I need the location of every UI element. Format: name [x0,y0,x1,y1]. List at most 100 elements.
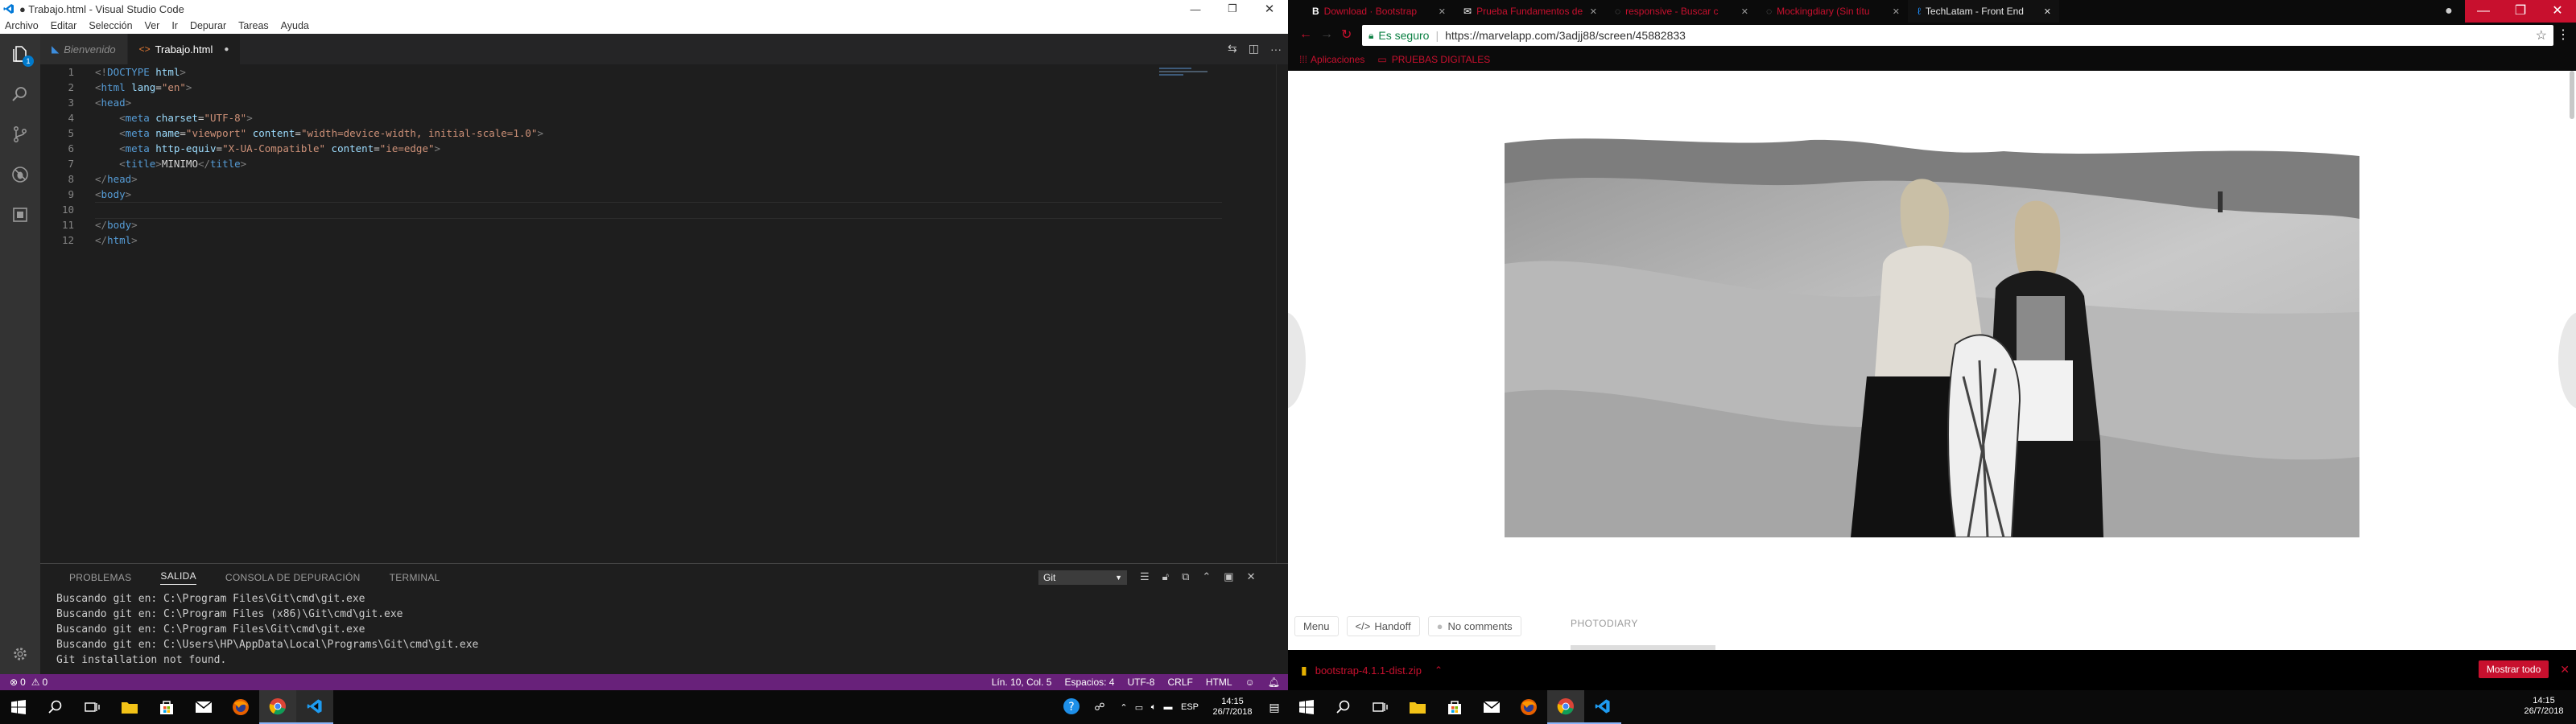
more-actions-icon[interactable]: ··· [1270,43,1282,56]
code-line[interactable]: 1 <!DOCTYPE html> [40,64,1288,80]
maximize-icon[interactable]: ❐ [1214,2,1251,15]
bookmark-star-icon[interactable]: ☆ [2536,27,2547,43]
firefox-icon[interactable] [222,690,259,724]
vscode-taskbar-icon[interactable] [1584,690,1621,724]
tab-bienvenido[interactable]: ◣ Bienvenido [40,34,128,64]
bookmark-aplicaciones[interactable]: Aplicaciones [1311,54,1364,65]
cortana-icon[interactable]: ? [1059,697,1084,718]
editor-scrollbar[interactable] [1276,64,1288,563]
panel-layout-icon[interactable]: ▣ [1224,570,1233,583]
notifications-bell-icon[interactable]: 🔔︎ [1268,677,1280,688]
firefox-icon[interactable] [1510,690,1547,724]
unsaved-dot-icon[interactable]: ● [224,45,229,54]
store-icon[interactable] [148,690,185,724]
code-editor[interactable]: 1 <!DOCTYPE html> 2 <html lang="en"> 3 <head>… [40,64,1288,563]
chrome-icon[interactable] [1547,690,1584,724]
minimap[interactable] [1159,66,1216,80]
volume-icon[interactable]: 🔈︎ [1146,702,1161,713]
close-tab-icon[interactable]: ✕ [1439,6,1446,17]
tab-terminal[interactable]: TERMINAL [390,572,440,583]
open-changes-icon[interactable]: ⇆ [1228,42,1237,56]
browser-tab[interactable]: ✉ Prueba Fundamentos de ✕ [1454,0,1605,23]
clock[interactable]: 14:15 26/7/2018 [1204,697,1261,718]
menu-ayuda[interactable]: Ayuda [281,20,309,31]
close-tab-icon[interactable]: ✕ [1893,6,1900,17]
problems-indicator[interactable]: ⊗ 0 ⚠ 0 [10,677,47,688]
network-icon[interactable]: ▭ [1132,702,1146,713]
extensions-icon[interactable] [0,195,40,235]
download-chevron-up-icon[interactable]: ⌃ [1435,664,1443,676]
menu-ir[interactable]: Ir [171,20,178,31]
maximize-icon[interactable]: ❐ [2502,0,2539,23]
next-screen-button[interactable] [2558,312,2576,409]
lock-scroll-icon[interactable]: 🔓︎ [1162,570,1169,583]
cursor-position[interactable]: Lín. 10, Col. 5 [992,677,1052,688]
clock[interactable]: 14:15 26/7/2018 [2518,696,2570,717]
profile-icon[interactable]: ● [2433,4,2465,19]
handoff-button[interactable]: </> Handoff [1346,615,1420,636]
encoding[interactable]: UTF-8 [1127,677,1154,688]
bookmark-pruebas-digitales[interactable]: PRUEBAS DIGITALES [1392,54,1490,65]
battery-icon[interactable]: ▬ [1161,702,1175,712]
close-icon[interactable]: ✕ [1251,2,1288,16]
reload-icon[interactable]: ↻ [1341,27,1352,43]
code-line[interactable]: 12 </html> [40,232,1288,248]
menu-button[interactable]: Menu [1294,615,1339,636]
tab-trabajo-html[interactable]: <> Trabajo.html ● [127,34,242,64]
close-icon[interactable]: ✕ [2539,0,2576,23]
chrome-menu-icon[interactable]: ⋮ [2557,27,2570,43]
end-of-line[interactable]: CRLF [1167,677,1192,688]
browser-tab[interactable]: ◌ responsive - Buscar c ✕ [1605,0,1757,23]
open-log-icon[interactable]: ⧉ [1182,570,1189,583]
show-all-button[interactable]: Mostrar todo [2478,660,2549,678]
close-tab-icon[interactable]: ✕ [2044,6,2051,17]
browser-tab[interactable]: B Download · Bootstrap ✕ [1302,0,1454,23]
code-line[interactable]: 6 <meta http-equiv="X-UA-Compatible" con… [40,141,1288,156]
windows-start-icon[interactable] [0,690,37,724]
people-icon[interactable]: ☍ [1084,701,1116,714]
search-icon[interactable] [1325,690,1362,724]
tab-consola-depuracion[interactable]: CONSOLA DE DEPURACIÓN [225,572,361,583]
file-explorer-icon[interactable] [111,690,148,724]
menu-archivo[interactable]: Archivo [5,20,39,31]
file-explorer-icon[interactable] [1399,690,1436,724]
browser-tab[interactable]: ◌ Mockingdiary (Sin títu ✕ [1757,0,1908,23]
code-line[interactable]: 3 <head> [40,95,1288,110]
maximize-panel-icon[interactable]: ⌃ [1202,570,1211,583]
page-scrollbar[interactable] [2570,71,2574,119]
close-tab-icon[interactable]: ✕ [1741,6,1748,17]
output-channel-select[interactable]: Git ▼ [1038,570,1127,585]
apps-grid-icon[interactable]: ⁞⁞⁞ [1299,54,1307,65]
debug-icon[interactable] [0,154,40,195]
explorer-icon[interactable]: 1 [0,34,40,74]
close-shelf-icon[interactable]: ✕ [2560,663,2570,677]
search-icon[interactable] [0,74,40,114]
mail-icon[interactable] [185,690,222,724]
code-line[interactable]: 11 </body> [40,217,1288,232]
minimize-icon[interactable]: — [1177,3,1214,15]
keyboard-language[interactable]: ESP [1175,702,1204,712]
search-icon[interactable] [37,690,74,724]
code-line[interactable]: 2 <html lang="en"> [40,80,1288,95]
code-line[interactable]: 4 <meta charset="UTF-8"> [40,110,1288,125]
forward-arrow-icon[interactable]: → [1320,27,1333,42]
close-panel-icon[interactable]: ✕ [1247,570,1256,583]
minimize-icon[interactable]: — [2465,0,2502,23]
action-center-icon[interactable]: ▤ [1261,701,1288,714]
code-line[interactable]: 5 <meta name="viewport" content="width=d… [40,125,1288,141]
chevron-up-icon[interactable]: ⌃ [1116,702,1132,713]
tab-problemas[interactable]: PROBLEMAS [69,572,131,583]
clear-output-icon[interactable]: ☰ [1140,570,1150,583]
language-mode[interactable]: HTML [1206,677,1232,688]
task-view-icon[interactable] [74,690,111,724]
source-control-icon[interactable] [0,114,40,154]
code-line[interactable]: 7 <title>MINIMO</title> [40,156,1288,171]
menu-ver[interactable]: Ver [145,20,160,31]
menu-depurar[interactable]: Depurar [190,20,226,31]
comments-button[interactable]: ● No comments [1427,615,1521,636]
store-icon[interactable] [1436,690,1473,724]
back-arrow-icon[interactable]: ← [1299,27,1312,42]
settings-gear-icon[interactable] [0,634,40,674]
code-line[interactable]: 8 </head> [40,171,1288,187]
indentation[interactable]: Espacios: 4 [1064,677,1114,688]
